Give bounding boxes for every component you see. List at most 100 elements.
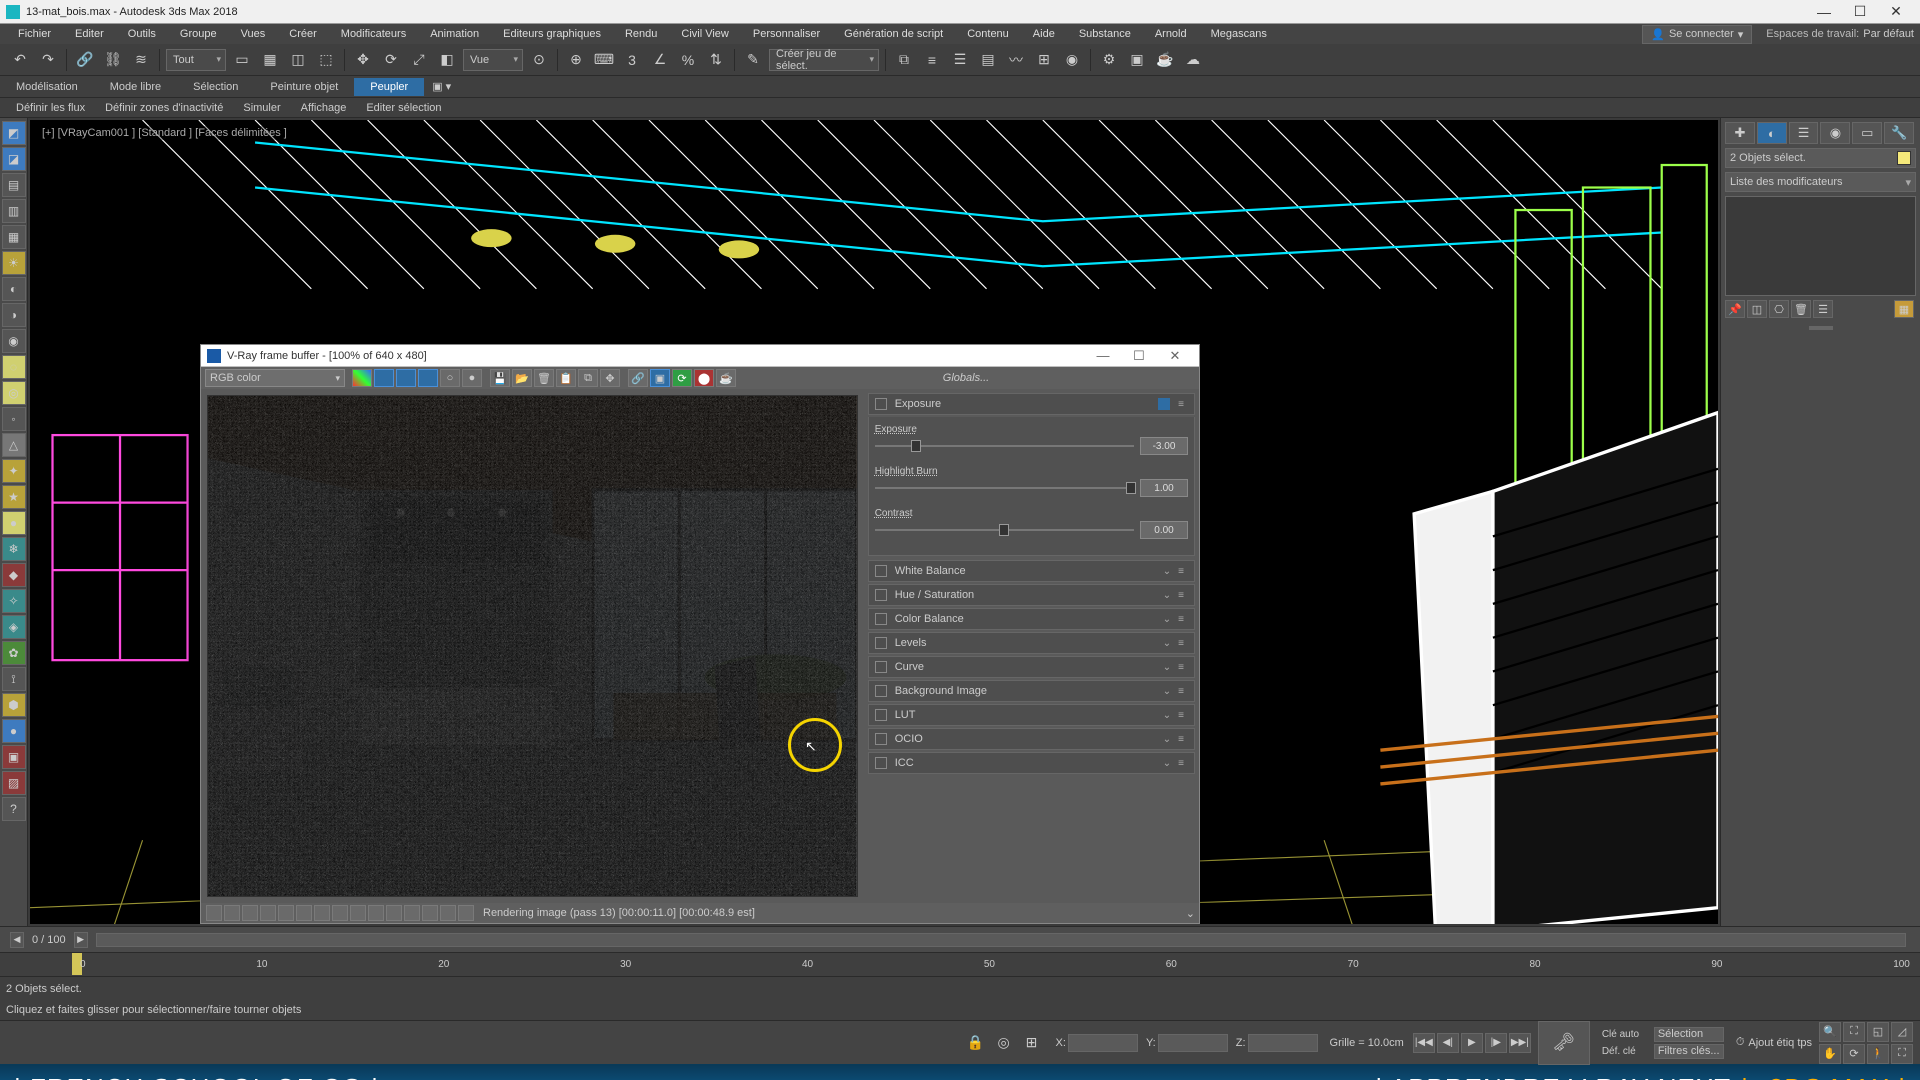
cc-menu-icon[interactable]: ≡	[1174, 686, 1188, 697]
undo-button[interactable]: ↶	[8, 48, 32, 72]
viewport-area[interactable]: [+] [VRayCam001 ] [Standard ] [Faces dél…	[30, 120, 1718, 924]
ribbon-item-flux[interactable]: Définir les flux	[6, 100, 95, 116]
named-sel-dropdown[interactable]: Créer jeu de sélect.	[769, 49, 879, 71]
autokey-label[interactable]: Clé auto	[1602, 1029, 1654, 1040]
tab-create[interactable]: ✚	[1725, 122, 1755, 144]
menu-fichier[interactable]: Fichier	[6, 26, 63, 42]
link-button[interactable]: 🔗	[73, 48, 97, 72]
vfb-stop-button[interactable]: ⬤	[694, 369, 714, 387]
menu-animation[interactable]: Animation	[418, 26, 491, 42]
cc-menu-icon[interactable]: ≡	[1174, 638, 1188, 649]
cc-menu-icon[interactable]: ≡	[1174, 734, 1188, 745]
vfb-status-btn-4[interactable]	[260, 905, 276, 921]
toggle-ribbon-button[interactable]: ▤	[976, 48, 1000, 72]
modifier-list-dropdown[interactable]: Liste des modificateurs	[1725, 172, 1916, 192]
menu-editer[interactable]: Editer	[63, 26, 116, 42]
vfb-maximize-button[interactable]: ☐	[1121, 346, 1157, 366]
manipulate-button[interactable]: ⊕	[564, 48, 588, 72]
vfb-status-btn-9[interactable]	[350, 905, 366, 921]
render-online-button[interactable]: ☁	[1181, 48, 1205, 72]
chevron-down-icon[interactable]: ⌄	[1160, 614, 1174, 625]
object-name-field[interactable]: 2 Objets sélect.	[1725, 148, 1916, 168]
bind-button[interactable]: ≋	[129, 48, 153, 72]
stack-unique-button[interactable]: ⎔	[1769, 300, 1789, 318]
vtool-a-19[interactable]: ✧	[2, 589, 26, 613]
command-panel-divider[interactable]	[1725, 324, 1916, 332]
slider-contrast-value[interactable]: 0.00	[1140, 521, 1188, 539]
render-setup-button[interactable]: ⚙	[1097, 48, 1121, 72]
render-frame-button[interactable]: ▣	[1125, 48, 1149, 72]
slider-exposure-track[interactable]	[875, 445, 1134, 447]
vfb-copy-button[interactable]: 📋	[556, 369, 576, 387]
cc-menu-icon[interactable]: ≡	[1174, 662, 1188, 673]
vtool-a-15[interactable]: ★	[2, 485, 26, 509]
key-large-button[interactable]: 🗝	[1538, 1021, 1590, 1065]
coord-x-input[interactable]	[1068, 1034, 1138, 1052]
vpnav-fov[interactable]: ◿	[1891, 1022, 1913, 1042]
timeline-next-button[interactable]: ▶	[74, 932, 88, 948]
angle-snap-button[interactable]: ∠	[648, 48, 672, 72]
vfb-clear-button[interactable]: 🗑	[534, 369, 554, 387]
cc-section-icc[interactable]: ICC⌄≡	[868, 752, 1195, 774]
slider-contrast-track[interactable]	[875, 529, 1134, 531]
timeline-prev-button[interactable]: ◀	[10, 932, 24, 948]
edit-named-sel-button[interactable]: ✎	[741, 48, 765, 72]
close-button[interactable]: ✕	[1878, 1, 1914, 23]
vtool-a-10[interactable]: ◌	[2, 355, 26, 379]
vtool-a-1[interactable]: ◩	[2, 121, 26, 145]
goto-end-button[interactable]: ▶▶|	[1509, 1033, 1531, 1053]
tab-utilities[interactable]: 🔧	[1884, 122, 1914, 144]
tab-modify[interactable]: ◐	[1757, 122, 1787, 144]
menu-civil-view[interactable]: Civil View	[669, 26, 740, 42]
vfb-render-preview[interactable]: ↖	[207, 395, 858, 897]
vtool-a-20[interactable]: ◈	[2, 615, 26, 639]
vpnav-zoom-all[interactable]: ⛶	[1843, 1022, 1865, 1042]
chevron-down-icon[interactable]: ⌄	[1160, 638, 1174, 649]
chevron-down-icon[interactable]: ⌄	[1160, 590, 1174, 601]
vtool-a-9[interactable]: ◉	[2, 329, 26, 353]
vpnav-zoom[interactable]: 🔍	[1819, 1022, 1841, 1042]
object-color-swatch[interactable]	[1897, 151, 1911, 165]
cc-checkbox[interactable]	[875, 733, 887, 745]
isolate-button[interactable]: ◎	[992, 1031, 1016, 1055]
menu-outils[interactable]: Outils	[116, 26, 168, 42]
cc-checkbox[interactable]	[875, 565, 887, 577]
minimize-button[interactable]: —	[1806, 1, 1842, 23]
unlink-button[interactable]: ⛓	[101, 48, 125, 72]
vpnav-maxtoggle[interactable]: ⛶	[1891, 1044, 1913, 1064]
vtool-a-25[interactable]: ▣	[2, 745, 26, 769]
chevron-down-icon[interactable]: ⌄	[1160, 566, 1174, 577]
prev-frame-button[interactable]: ◀|	[1437, 1033, 1459, 1053]
stack-pin-button[interactable]: 📌	[1725, 300, 1745, 318]
rotate-button[interactable]: ⟳	[379, 48, 403, 72]
schematic-view-button[interactable]: ⊞	[1032, 48, 1056, 72]
vtool-a-4[interactable]: ▥	[2, 199, 26, 223]
cc-section-curve[interactable]: Curve⌄≡	[868, 656, 1195, 678]
vfb-alpha-button[interactable]: ○	[440, 369, 460, 387]
vfb-status-btn-2[interactable]	[224, 905, 240, 921]
menu-modificateurs[interactable]: Modificateurs	[329, 26, 418, 42]
play-button[interactable]: ▶	[1461, 1033, 1483, 1053]
vtool-a-17[interactable]: ❄	[2, 537, 26, 561]
vtool-a-13[interactable]: △	[2, 433, 26, 457]
stack-collapse-button[interactable]: ▦	[1894, 300, 1914, 318]
vfb-status-btn-15[interactable]	[458, 905, 474, 921]
cc-section-background-image[interactable]: Background Image⌄≡	[868, 680, 1195, 702]
vfb-status-btn-1[interactable]	[206, 905, 222, 921]
vpnav-zoom-ext[interactable]: ◱	[1867, 1022, 1889, 1042]
slider-exposure-handle[interactable]	[911, 440, 921, 452]
vtool-a-12[interactable]: ◦	[2, 407, 26, 431]
vtool-a-8[interactable]: ◑	[2, 303, 26, 327]
vfb-rgb-button[interactable]	[352, 369, 372, 387]
vtool-a-22[interactable]: ⟟	[2, 667, 26, 691]
spinner-snap-button[interactable]: ⇅	[704, 48, 728, 72]
cc-exposure-menu-icon[interactable]: ≡	[1174, 399, 1188, 410]
signin-dropdown[interactable]: 👤 Se connecter ▾	[1642, 25, 1752, 44]
cc-section-exposure-header[interactable]: Exposure ≡	[868, 393, 1195, 415]
menu-editeurs-graphiques[interactable]: Editeurs graphiques	[491, 26, 613, 42]
ribbon-tab-selection[interactable]: Sélection	[177, 78, 254, 96]
cc-checkbox[interactable]	[875, 589, 887, 601]
timeline-slider[interactable]	[96, 933, 1906, 947]
menu-generation-script[interactable]: Génération de script	[832, 26, 955, 42]
menu-groupe[interactable]: Groupe	[168, 26, 229, 42]
